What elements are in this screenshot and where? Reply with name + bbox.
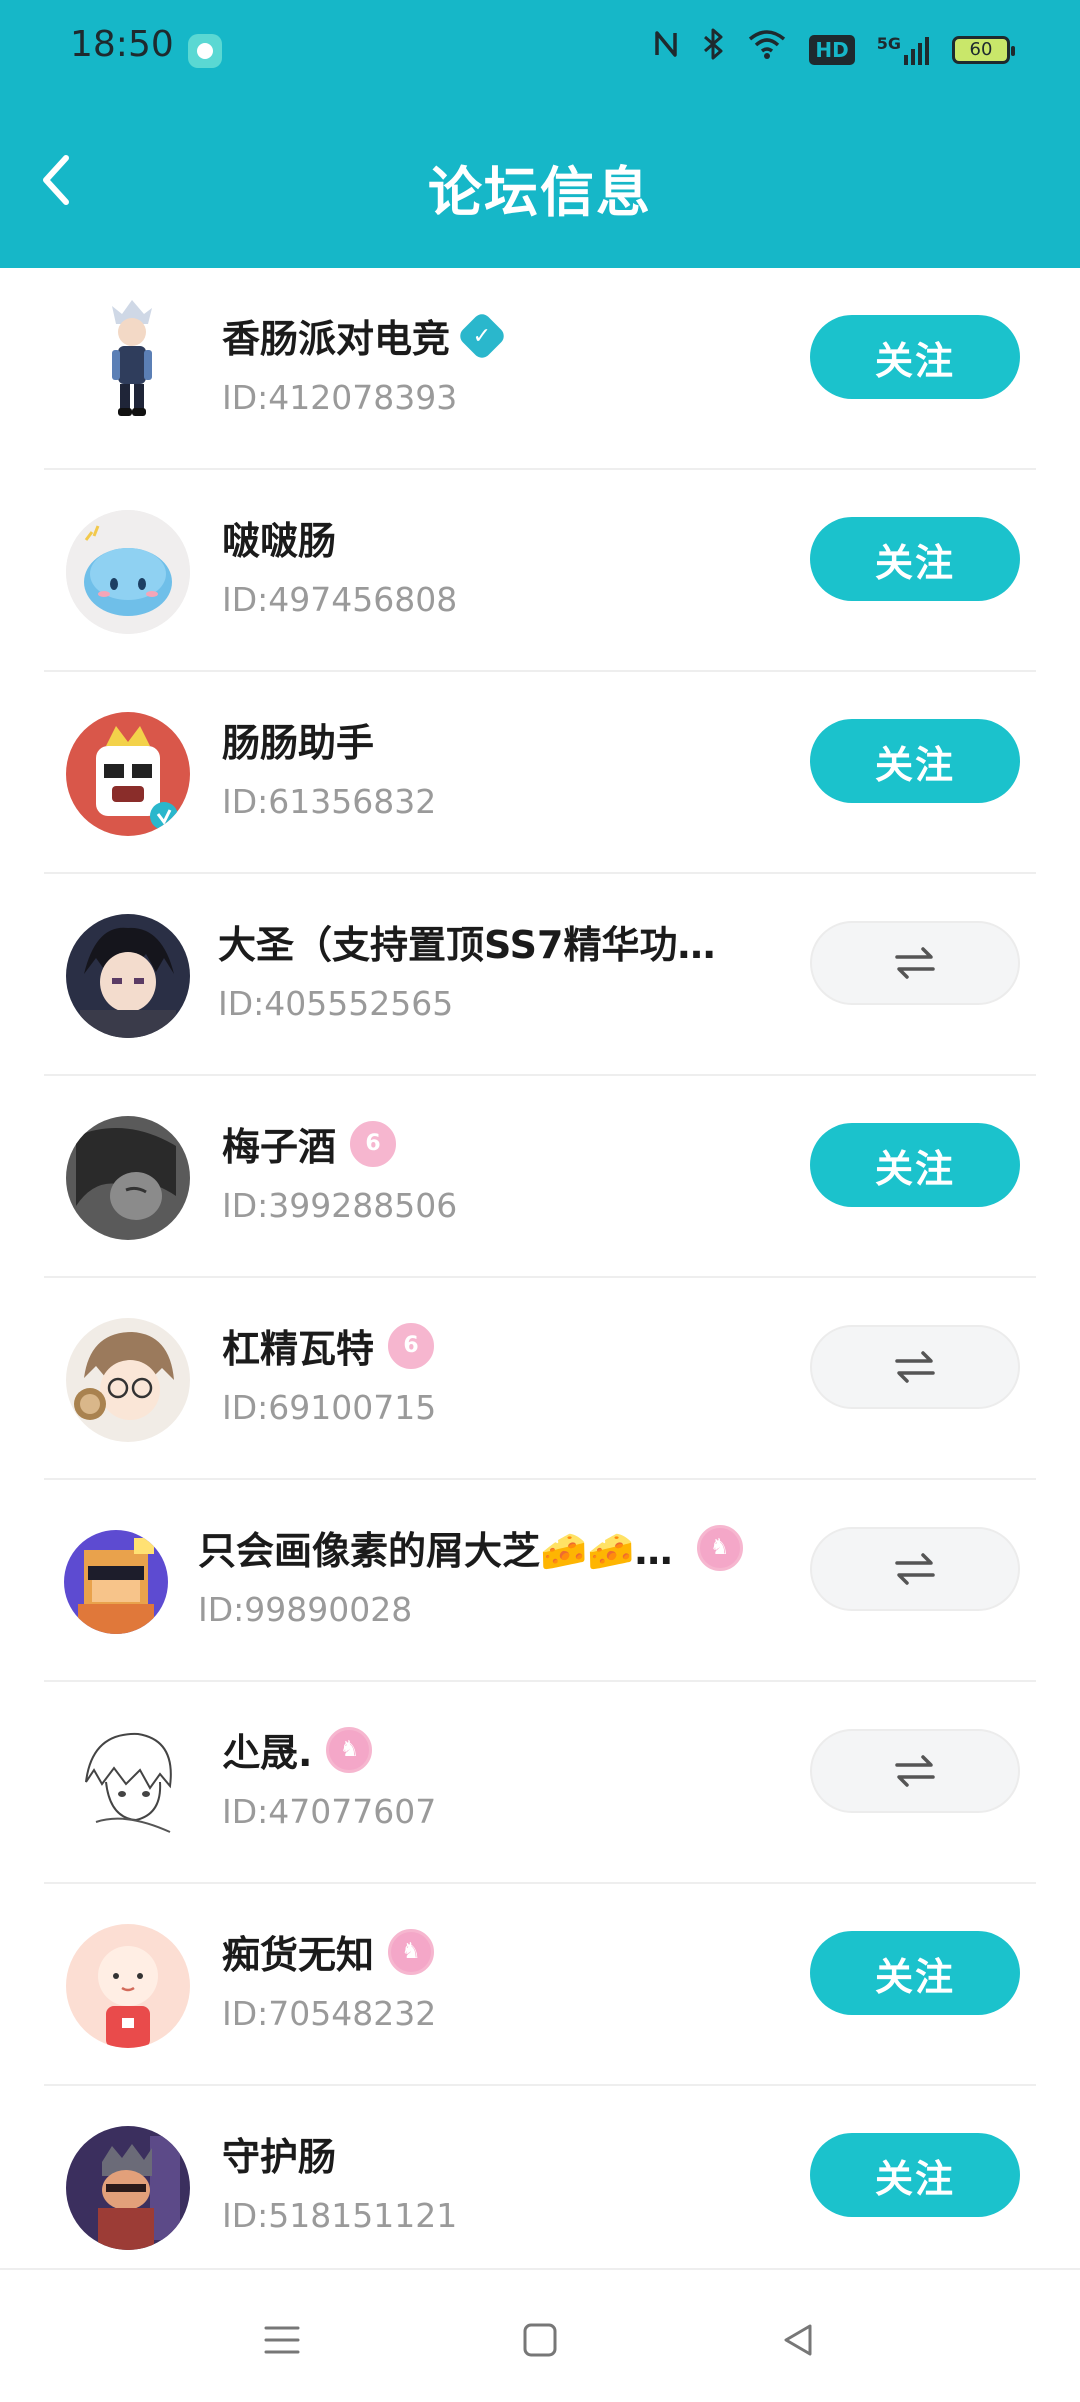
- user-name[interactable]: 香肠派对电竞: [222, 308, 450, 363]
- user-id: ID:518151121: [222, 2196, 458, 2235]
- level-badge-icon: ♞: [388, 1928, 435, 1975]
- avatar[interactable]: [66, 914, 190, 1038]
- follow-button[interactable]: 关注: [810, 517, 1020, 601]
- mutual-follow-icon: [895, 1351, 935, 1383]
- home-button[interactable]: [510, 2310, 570, 2370]
- user-row[interactable]: 香肠派对电竞 ✓ ID:412078393 关注: [0, 268, 1080, 470]
- user-list: 香肠派对电竞 ✓ ID:412078393 关注 啵啵肠 ID:49745680…: [0, 268, 1080, 2288]
- user-row[interactable]: 梅子酒 6 ID:399288506 关注: [0, 1076, 1080, 1278]
- avatar[interactable]: [66, 712, 190, 836]
- user-row[interactable]: 大圣（支持置顶SS7精华功… ID:405552565: [0, 874, 1080, 1076]
- name-line: 痴货无知 ♞: [222, 1924, 435, 1979]
- notification-app-icon: [188, 34, 222, 68]
- status-icons: HD 5G 60: [653, 28, 1015, 73]
- avatar[interactable]: [64, 1530, 168, 1634]
- level-badge-icon: ♞: [326, 1726, 373, 1773]
- status-time: 18:50: [70, 24, 174, 65]
- user-row[interactable]: 杠精瓦特 6 ID:69100715: [0, 1278, 1080, 1480]
- signal-icon: 5G: [877, 35, 930, 65]
- user-row[interactable]: 啵啵肠 ID:497456808 关注: [0, 470, 1080, 672]
- hd-icon: HD: [809, 35, 855, 65]
- mutual-follow-icon: [895, 947, 935, 979]
- avatar[interactable]: [66, 1116, 190, 1240]
- verified-badge-icon: ✓: [456, 310, 508, 361]
- nfc-icon: [653, 28, 679, 72]
- mutual-follow-icon: [895, 1755, 935, 1787]
- name-line: 尐晟. ♞: [222, 1722, 373, 1777]
- user-id: ID:61356832: [222, 782, 437, 821]
- mutual-follow-button[interactable]: [810, 1325, 1020, 1409]
- menu-icon: [264, 2326, 300, 2354]
- user-name[interactable]: 守护肠: [222, 2126, 336, 2181]
- user-row[interactable]: 尐晟. ♞ ID:47077607: [0, 1682, 1080, 1884]
- user-name[interactable]: 只会画像素的屑大芝🧀🧀…: [198, 1520, 673, 1575]
- user-id: ID:47077607: [222, 1792, 437, 1831]
- network-type-label: 5G: [876, 34, 901, 53]
- name-line: 大圣（支持置顶SS7精华功…: [218, 914, 715, 969]
- avatar[interactable]: [66, 1318, 190, 1442]
- name-line: 啵啵肠: [222, 510, 336, 565]
- user-name[interactable]: 尐晟.: [222, 1722, 312, 1777]
- back-triangle-icon: [784, 2324, 812, 2356]
- user-name[interactable]: 啵啵肠: [222, 510, 336, 565]
- system-nav-bar: [0, 2268, 1080, 2402]
- name-line: 只会画像素的屑大芝🧀🧀… ♞: [198, 1520, 743, 1575]
- level-badge-icon: 6: [388, 1322, 435, 1369]
- user-name[interactable]: 痴货无知: [222, 1924, 374, 1979]
- avatar[interactable]: [92, 294, 172, 418]
- avatar[interactable]: [66, 1924, 190, 2048]
- status-bar: 18:50 HD 5G 60: [0, 0, 1080, 100]
- top-header: 18:50 HD 5G 60 论坛信息: [0, 0, 1080, 268]
- user-row[interactable]: 肠肠助手 ID:61356832 关注: [0, 672, 1080, 874]
- mutual-follow-icon: [895, 1553, 935, 1585]
- name-line: 杠精瓦特 6: [222, 1318, 435, 1373]
- avatar[interactable]: [66, 1722, 190, 1846]
- avatar[interactable]: [66, 510, 190, 634]
- user-row[interactable]: 守护肠 ID:518151121 关注: [0, 2086, 1080, 2288]
- follow-button[interactable]: 关注: [810, 1123, 1020, 1207]
- avatar[interactable]: [66, 2126, 190, 2250]
- user-id: ID:399288506: [222, 1186, 458, 1225]
- user-id: ID:70548232: [222, 1994, 437, 2033]
- level-badge-icon: ♞: [696, 1524, 743, 1571]
- user-id: ID:405552565: [218, 984, 454, 1023]
- follow-button[interactable]: 关注: [810, 2133, 1020, 2217]
- name-line: 梅子酒 6: [222, 1116, 397, 1171]
- user-name[interactable]: 杠精瓦特: [222, 1318, 374, 1373]
- user-id: ID:69100715: [222, 1388, 437, 1427]
- user-id: ID:497456808: [222, 580, 458, 619]
- user-id: ID:99890028: [198, 1590, 413, 1629]
- user-id: ID:412078393: [222, 378, 458, 417]
- name-line: 香肠派对电竞 ✓: [222, 308, 508, 363]
- user-name[interactable]: 大圣（支持置顶SS7精华功…: [218, 914, 715, 969]
- mutual-follow-button[interactable]: [810, 921, 1020, 1005]
- name-line: 肠肠助手: [222, 712, 374, 767]
- follow-button[interactable]: 关注: [810, 315, 1020, 399]
- follow-button[interactable]: 关注: [810, 1931, 1020, 2015]
- menu-button[interactable]: [252, 2310, 312, 2370]
- bluetooth-icon: [701, 28, 725, 73]
- user-row[interactable]: 痴货无知 ♞ ID:70548232 关注: [0, 1884, 1080, 2086]
- battery-icon: 60: [952, 36, 1015, 64]
- name-line: 守护肠: [222, 2126, 336, 2181]
- wifi-icon: [747, 28, 787, 73]
- mutual-follow-button[interactable]: [810, 1527, 1020, 1611]
- back-nav-button[interactable]: [768, 2310, 828, 2370]
- home-square-icon: [523, 2323, 557, 2357]
- page-title: 论坛信息: [428, 161, 652, 224]
- level-badge-icon: 6: [350, 1120, 397, 1167]
- user-row[interactable]: 只会画像素的屑大芝🧀🧀… ♞ ID:99890028: [0, 1480, 1080, 1682]
- mutual-follow-button[interactable]: [810, 1729, 1020, 1813]
- user-name[interactable]: 肠肠助手: [222, 712, 374, 767]
- user-name[interactable]: 梅子酒: [222, 1116, 336, 1171]
- follow-button[interactable]: 关注: [810, 719, 1020, 803]
